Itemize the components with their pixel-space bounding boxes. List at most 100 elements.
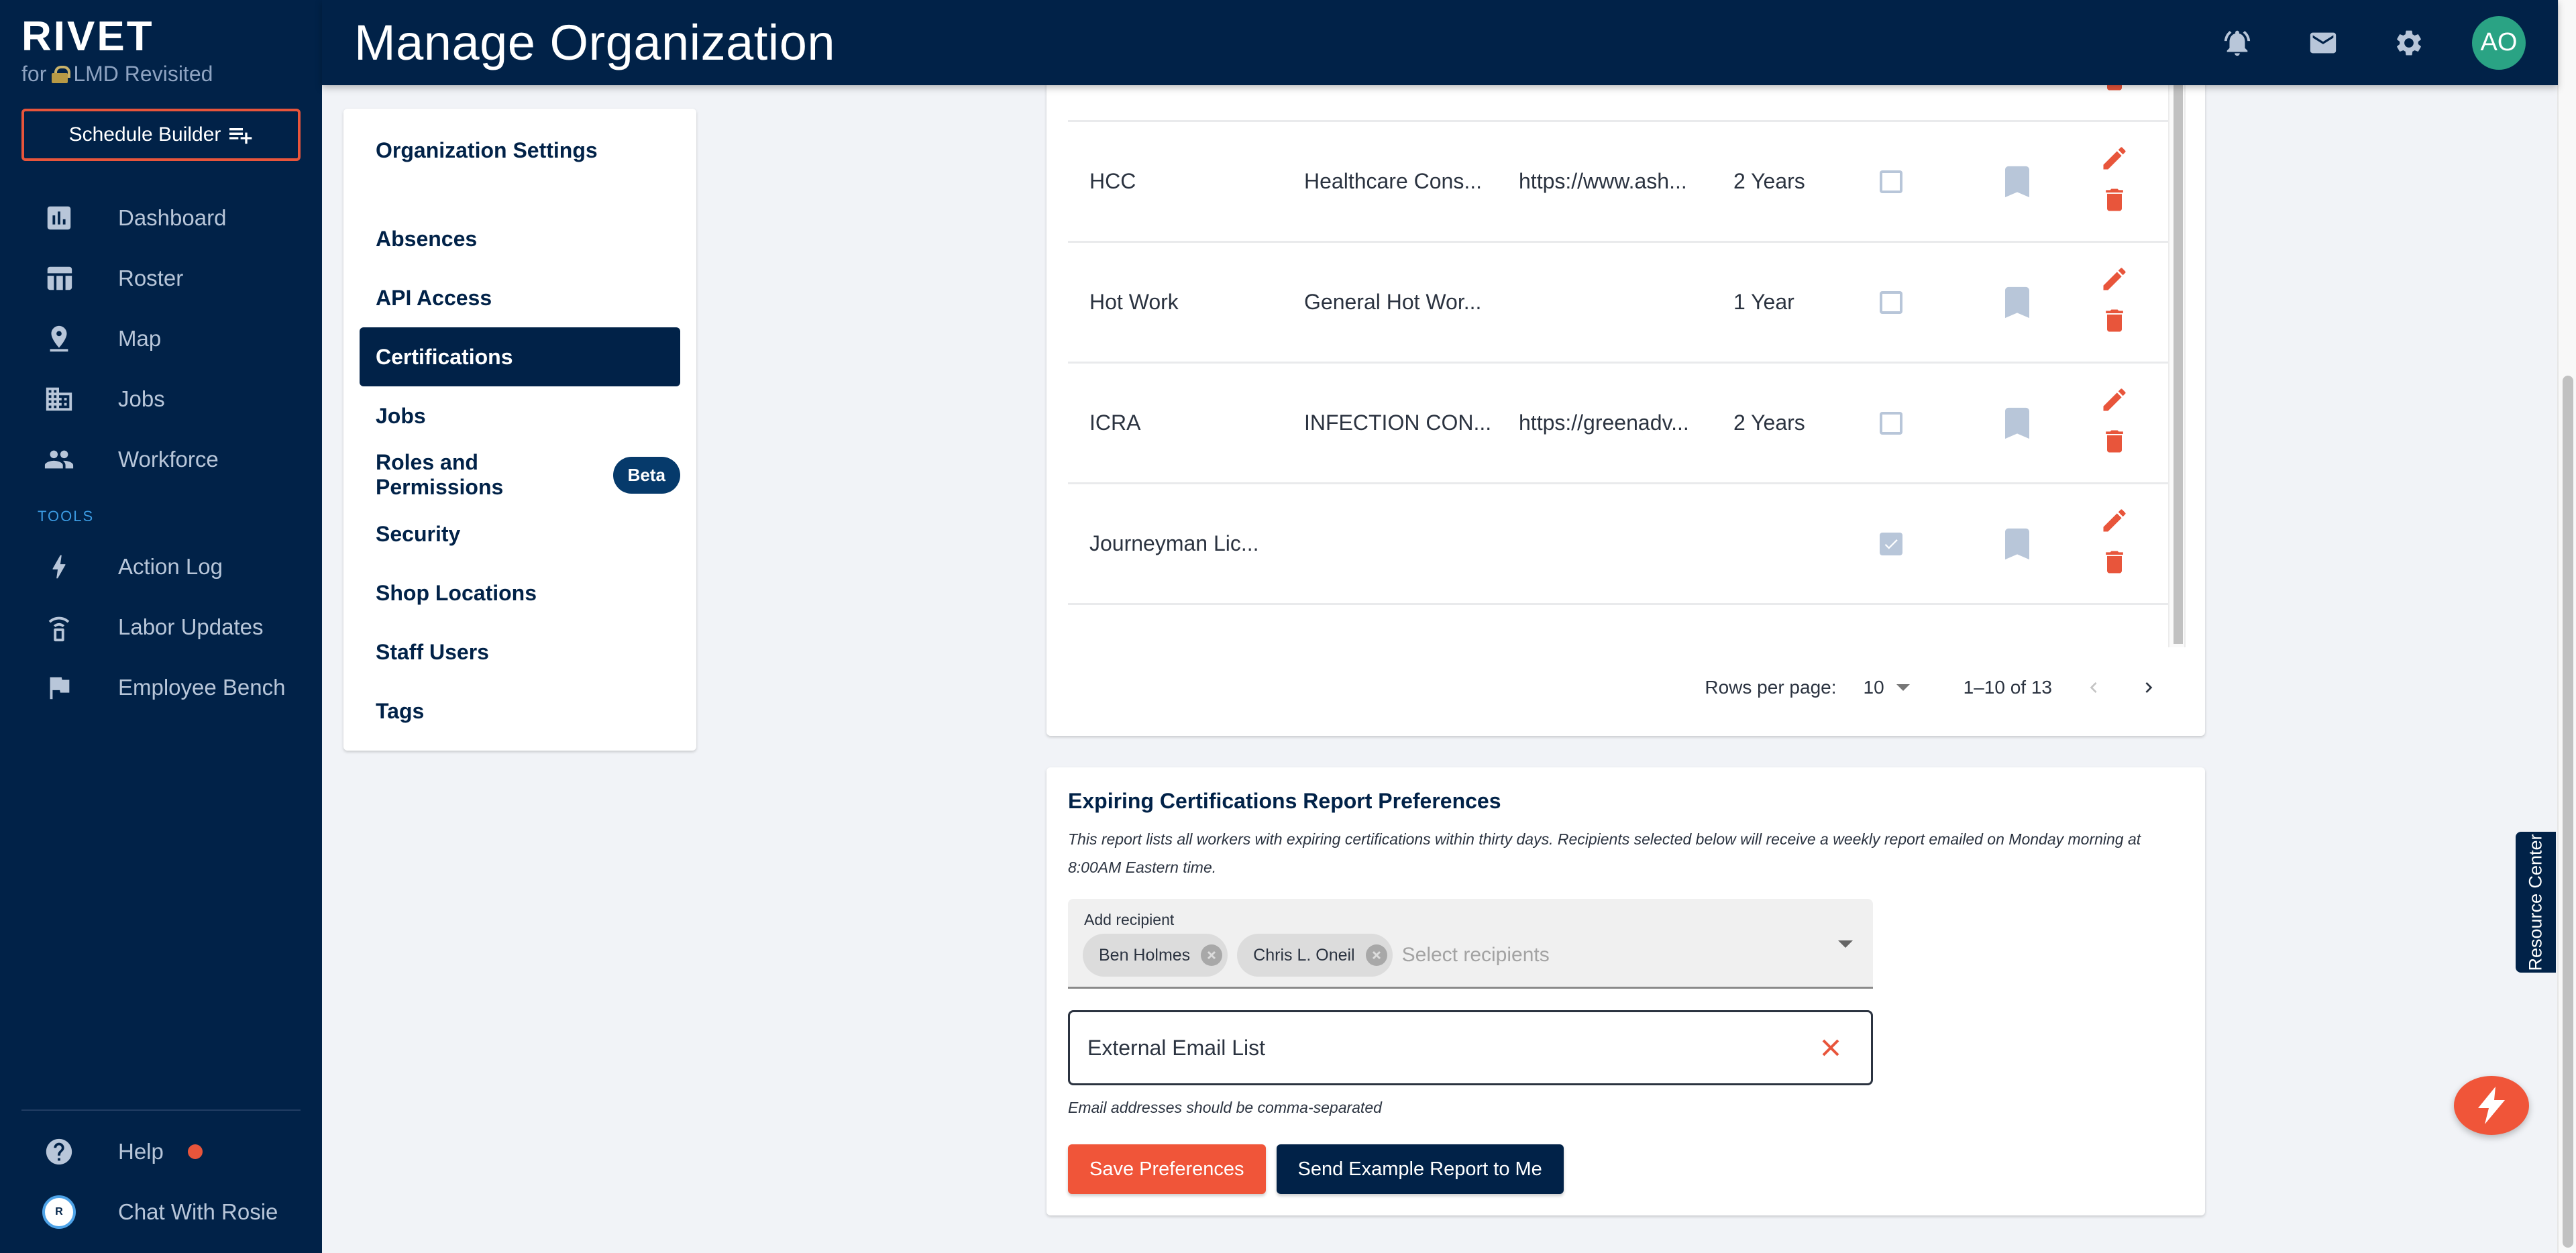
delete-icon[interactable]	[2100, 185, 2129, 220]
recipient-select[interactable]: Add recipient Ben Holmes Chris L. Oneil	[1068, 899, 1873, 989]
org-prefix: for	[21, 62, 47, 86]
recipient-chip-label: Chris L. Oneil	[1253, 945, 1355, 965]
cert-checkbox-cell	[1874, 364, 1908, 482]
sidebar-item-action-log[interactable]: Action Log	[0, 537, 322, 597]
settings-item-api-access[interactable]: API Access	[360, 268, 680, 327]
sidebar-item-jobs[interactable]: Jobs	[0, 369, 322, 429]
remove-recipient-button[interactable]	[1365, 944, 1387, 966]
org-name: LMD Revisited	[73, 62, 213, 86]
page-scrollbar-thumb[interactable]	[2563, 376, 2573, 1248]
gear-icon[interactable]	[2366, 28, 2452, 58]
sidebar-item-chat-with-rosie[interactable]: R Chat With Rosie	[0, 1182, 322, 1242]
sidebar-item-dashboard[interactable]: Dashboard	[0, 188, 322, 248]
sidebar-item-workforce[interactable]: Workforce	[0, 429, 322, 490]
rosie-avatar-wrapper: R	[0, 1195, 118, 1229]
table-scrollbar[interactable]	[2168, 40, 2186, 647]
cert-link[interactable]	[1519, 484, 1713, 603]
sidebar-item-label: Action Log	[118, 554, 223, 579]
recipient-chip: Chris L. Oneil	[1237, 934, 1393, 977]
cert-link[interactable]: https://greenadv...	[1519, 364, 1713, 482]
settings-item-label: Shop Locations	[376, 580, 537, 605]
cert-checkbox-cell	[1874, 484, 1908, 603]
settings-item-roles-and-permissions[interactable]: Roles and Permissions Beta	[360, 445, 680, 504]
schedule-builder-label: Schedule Builder	[68, 123, 221, 146]
edit-icon[interactable]	[2100, 144, 2129, 178]
settings-item-absences[interactable]: Absences	[360, 209, 680, 268]
settings-item-label: Staff Users	[376, 639, 489, 664]
rows-per-page-select[interactable]: 10	[1864, 677, 1910, 698]
bookmark-icon[interactable]	[2000, 243, 2034, 362]
edit-icon[interactable]	[2100, 385, 2129, 420]
cert-name: Journeyman Lic...	[1089, 531, 1259, 555]
main-nav: Dashboard Roster Map Jobs Workforce TOOL…	[0, 188, 322, 718]
external-email-input[interactable]	[1087, 1035, 1811, 1060]
edit-icon[interactable]	[2100, 264, 2129, 299]
cert-duration: 2 Years	[1733, 169, 1805, 193]
sidebar-item-roster[interactable]: Roster	[0, 248, 322, 309]
cert-checkbox[interactable]	[1880, 411, 1902, 435]
top-header: Manage Organization AO	[322, 0, 2558, 85]
remove-recipient-button[interactable]	[1201, 944, 1223, 966]
settings-item-jobs[interactable]: Jobs	[360, 386, 680, 445]
schedule-builder-button[interactable]: Schedule Builder	[21, 109, 301, 161]
save-preferences-button[interactable]: Save Preferences	[1068, 1144, 1266, 1194]
mail-icon[interactable]	[2280, 28, 2366, 58]
cert-checkbox-cell	[1874, 243, 1908, 362]
caret-down-icon[interactable]	[1838, 940, 1853, 948]
settings-item-tags[interactable]: Tags	[360, 682, 680, 741]
settings-item-label: Jobs	[376, 403, 426, 428]
bookmark-icon[interactable]	[2000, 364, 2034, 482]
cert-link[interactable]: https://www.ash...	[1519, 122, 1713, 241]
settings-item-label: Roles and Permissions	[376, 450, 504, 499]
alarm-bell-icon[interactable]	[2194, 28, 2280, 58]
settings-item-shop-locations[interactable]: Shop Locations	[360, 563, 680, 622]
previous-page-button[interactable]	[2080, 674, 2107, 701]
page-scrollbar[interactable]	[2557, 0, 2576, 1253]
cert-description: INFECTION CON...	[1304, 411, 1492, 435]
row-actions	[2094, 243, 2135, 362]
dashboard-icon	[0, 203, 118, 233]
cert-link[interactable]	[1519, 243, 1713, 362]
clear-email-button[interactable]	[1811, 1028, 1851, 1068]
cert-checkbox[interactable]	[1880, 532, 1902, 555]
notification-dot	[187, 1144, 203, 1159]
delete-icon[interactable]	[2100, 547, 2129, 582]
settings-item-certifications[interactable]: Certifications	[360, 327, 680, 386]
sidebar-item-help[interactable]: Help	[0, 1122, 322, 1182]
send-example-report-button[interactable]: Send Example Report to Me	[1276, 1144, 1564, 1194]
caret-down-icon	[1896, 684, 1910, 691]
org-switcher[interactable]: for LMD Revisited	[21, 62, 213, 87]
settings-item-staff-users[interactable]: Staff Users	[360, 622, 680, 682]
delete-icon[interactable]	[2100, 306, 2129, 341]
sidebar-item-employee-bench[interactable]: Employee Bench	[0, 657, 322, 718]
bolt-icon	[0, 551, 118, 582]
user-avatar[interactable]: AO	[2472, 15, 2526, 70]
cert-checkbox[interactable]	[1880, 170, 1902, 193]
settings-item-label: API Access	[376, 285, 492, 310]
recipient-label: Add recipient	[1084, 911, 1175, 928]
resource-center-tab[interactable]: Resource Center	[2516, 832, 2556, 973]
people-icon	[0, 444, 118, 475]
table-scrollbar-thumb[interactable]	[2174, 40, 2183, 644]
settings-menu-list: Absences API Access Certifications Jobs …	[360, 209, 680, 741]
playlist-add-icon	[229, 128, 252, 144]
next-page-button[interactable]	[2135, 674, 2162, 701]
sidebar: RIVET for LMD Revisited Schedule Builder…	[0, 0, 322, 1253]
row-actions	[2094, 484, 2135, 603]
recipient-search-input[interactable]	[1401, 944, 1737, 967]
table-row: HCC Healthcare Cons... https://www.ash... 2…	[1068, 122, 2168, 243]
table-row: Hot Work General Hot Wor... 1 Year	[1068, 243, 2168, 364]
cert-description: Healthcare Cons...	[1304, 169, 1483, 193]
email-hint: Email addresses should be comma-separate…	[1068, 1099, 1382, 1116]
sidebar-item-map[interactable]: Map	[0, 309, 322, 369]
settings-item-security[interactable]: Security	[360, 504, 680, 563]
cert-checkbox[interactable]	[1880, 290, 1902, 314]
quick-action-fab[interactable]	[2454, 1076, 2529, 1135]
edit-icon[interactable]	[2100, 506, 2129, 541]
sidebar-item-label: Roster	[118, 266, 184, 290]
sidebar-item-labor-updates[interactable]: Labor Updates	[0, 597, 322, 657]
delete-icon[interactable]	[2100, 427, 2129, 461]
bookmark-icon[interactable]	[2000, 122, 2034, 241]
cert-duration	[1733, 484, 1841, 603]
bookmark-icon[interactable]	[2000, 484, 2034, 603]
